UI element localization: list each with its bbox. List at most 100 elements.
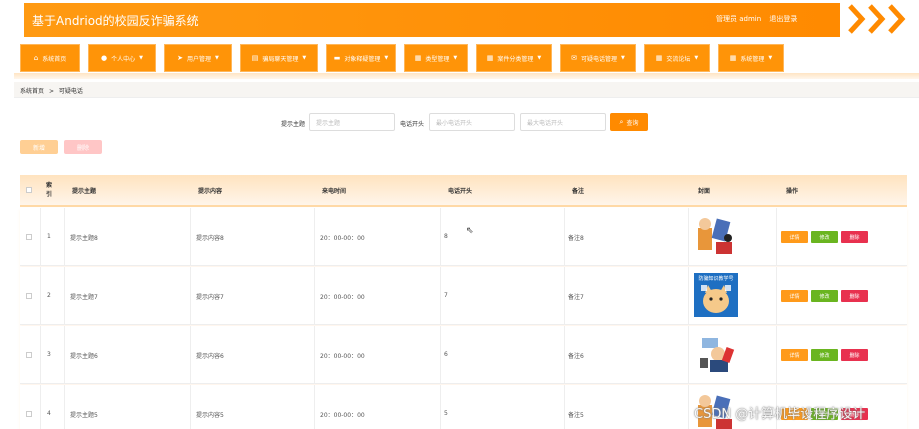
- nav-label: 案件分类管理: [497, 55, 534, 63]
- detail-button[interactable]: 详情: [781, 349, 808, 361]
- nav-label: 对象释疑管理: [344, 55, 381, 63]
- nav-item-suspicious-phone[interactable]: ✉ 可疑电话管理 ▼: [560, 44, 636, 72]
- cell-index: 4: [47, 410, 51, 417]
- cell-topic: 提示主题8: [70, 235, 98, 242]
- cell-note: 备注6: [568, 353, 584, 360]
- batch-delete-button[interactable]: 删除: [64, 140, 102, 154]
- edit-button[interactable]: 修改: [811, 231, 838, 243]
- edit-button[interactable]: 修改: [811, 349, 838, 361]
- cell-phone: 7: [444, 292, 448, 299]
- caret-down-icon: ▼: [453, 55, 458, 61]
- nav-label: 系统管理: [740, 55, 765, 63]
- header-phone: 电话开头: [448, 188, 473, 195]
- header-content: 提示内容: [198, 188, 223, 195]
- cover-image[interactable]: 防骗知识教学号: [694, 273, 738, 317]
- nav-item-users[interactable]: ➤ 用户管理 ▼: [164, 44, 232, 72]
- caret-down-icon: ▼: [384, 55, 389, 61]
- send-icon: ➤: [177, 54, 183, 62]
- cell-content: 提示内容7: [196, 294, 224, 301]
- header-note: 备注: [572, 188, 585, 195]
- cover-image[interactable]: [694, 332, 738, 376]
- add-button[interactable]: 新增: [20, 140, 58, 154]
- cell-time: 20：00-00：00: [320, 412, 365, 419]
- grid-icon: ▦: [486, 54, 494, 62]
- detail-button[interactable]: 详情: [781, 290, 808, 302]
- nav-item-case-category[interactable]: ▦ 案件分类管理 ▼: [476, 44, 552, 72]
- caret-down-icon: ▼: [215, 55, 219, 61]
- cell-time: 20：00-00：00: [320, 294, 365, 301]
- delete-button[interactable]: 删除: [841, 231, 868, 243]
- logout-link[interactable]: 退出登录: [769, 15, 797, 23]
- mouse-cursor-icon: ⇖: [466, 226, 474, 236]
- nav-item-home[interactable]: ⌂ 系统首页: [20, 44, 80, 72]
- chevron-right-icon: [868, 4, 886, 34]
- nav-label: 用户管理: [187, 55, 212, 63]
- caret-down-icon: ▼: [139, 55, 143, 61]
- nav-item-forum[interactable]: ▦ 交流论坛 ▼: [644, 44, 710, 72]
- cell-topic: 提示主题6: [70, 353, 98, 360]
- cell-phone: 6: [444, 351, 448, 358]
- cell-phone: 5: [444, 410, 448, 417]
- admin-label: 管理员 admin: [716, 15, 762, 23]
- cell-note: 备注7: [568, 294, 584, 301]
- row-checkbox[interactable]: [26, 352, 32, 358]
- caret-down-icon: ▼: [768, 55, 773, 61]
- header-index: 索引: [46, 182, 53, 198]
- nav-label: 个人中心: [111, 55, 136, 63]
- cell-content: 提示内容8: [196, 235, 224, 242]
- breadcrumb-home[interactable]: 系统首页: [20, 88, 44, 95]
- chevron-right-icon: [848, 4, 866, 34]
- doc-icon: ▤: [251, 54, 259, 62]
- cell-note: 备注8: [568, 235, 584, 242]
- topic-input[interactable]: 提示主题: [309, 113, 395, 131]
- poster-caption: 防骗知识教学号: [698, 275, 733, 282]
- cell-index: 3: [47, 351, 51, 358]
- caret-down-icon: ▼: [621, 55, 625, 61]
- nav-item-types[interactable]: ▦ 类型管理 ▼: [404, 44, 468, 72]
- grid-icon: ▦: [414, 54, 422, 62]
- nav-divider: [14, 73, 919, 79]
- edit-button[interactable]: 修改: [811, 290, 838, 302]
- table-header: 索引 提示主题 提示内容 来电时间 电话开头 备注 封面 操作: [20, 175, 907, 207]
- nav-item-system[interactable]: ▦ 系统管理 ▼: [718, 44, 784, 72]
- phone-min-input[interactable]: 最小电话开头: [429, 113, 515, 131]
- breadcrumb-separator: >: [48, 88, 54, 95]
- nav-item-scam-chat[interactable]: ▤ 骗局聊天管理 ▼: [240, 44, 318, 72]
- row-checkbox[interactable]: [26, 293, 32, 299]
- table-row: 1 提示主题8 提示内容8 20：00-00：00 8 备注8 详情 修改 删除: [20, 208, 907, 266]
- table-row: 3 提示主题6 提示内容6 20：00-00：00 6 备注6 详情 修改 删除: [20, 326, 907, 384]
- cell-topic: 提示主题5: [70, 412, 98, 419]
- row-checkbox[interactable]: [26, 234, 32, 240]
- nav-item-personal[interactable]: ● 个人中心 ▼: [88, 44, 156, 72]
- header-topic: 提示主题: [72, 188, 97, 195]
- delete-button[interactable]: 删除: [841, 349, 868, 361]
- cover-image[interactable]: [694, 214, 738, 258]
- search-button[interactable]: ⌕ 查询: [610, 113, 648, 131]
- cell-content: 提示内容5: [196, 412, 224, 419]
- home-icon: ⌂: [33, 54, 39, 62]
- nav-label: 骗局聊天管理: [262, 55, 299, 63]
- topic-label: 提示主题: [281, 121, 306, 128]
- header-action: 操作: [786, 188, 799, 195]
- nav-item-object[interactable]: ▬ 对象释疑管理 ▼: [326, 44, 396, 72]
- chat-icon: ✉: [571, 54, 577, 62]
- nav-label: 类型管理: [425, 55, 450, 63]
- row-checkbox[interactable]: [26, 411, 32, 417]
- cell-index: 1: [47, 233, 51, 240]
- watermark: CSDN @计算机毕设程序设计: [694, 407, 866, 422]
- phone-max-input[interactable]: 最大电话开头: [520, 113, 606, 131]
- nav-label: 系统首页: [42, 55, 67, 63]
- nav-label: 交流论坛: [666, 55, 691, 63]
- phone-label: 电话开头: [400, 121, 425, 128]
- caret-down-icon: ▼: [694, 55, 699, 61]
- cell-topic: 提示主题7: [70, 294, 98, 301]
- caret-down-icon: ▼: [302, 55, 307, 61]
- cell-note: 备注5: [568, 412, 584, 419]
- delete-button[interactable]: 删除: [841, 290, 868, 302]
- header-time: 来电时间: [322, 188, 347, 195]
- user-icon: ●: [101, 54, 108, 62]
- detail-button[interactable]: 详情: [781, 231, 808, 243]
- select-all-checkbox[interactable]: [26, 187, 32, 193]
- cell-content: 提示内容6: [196, 353, 224, 360]
- user-info: 管理员 admin 退出登录: [716, 14, 803, 24]
